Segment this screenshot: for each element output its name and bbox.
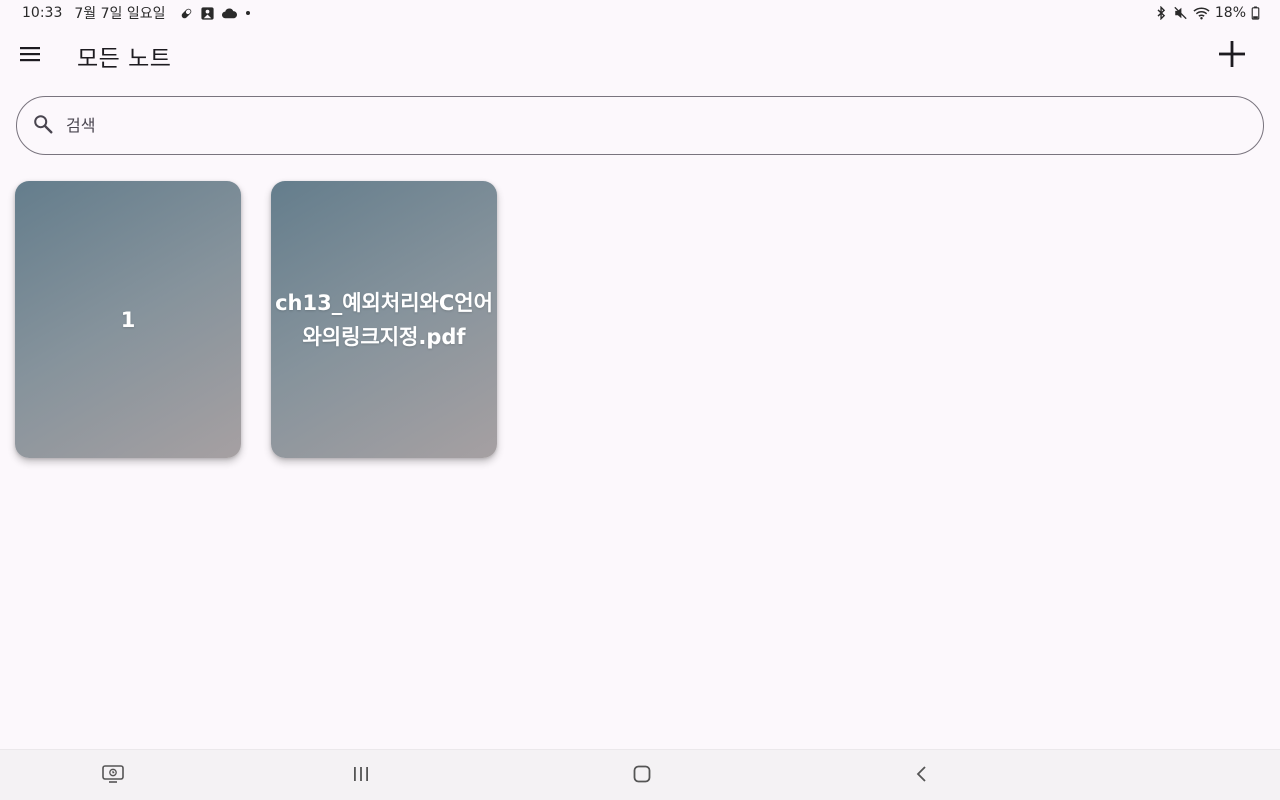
page-title: 모든 노트 [77, 46, 172, 72]
note-card[interactable]: ch13_예외처리와C언어와의링크지정.pdf [271, 181, 497, 458]
notes-grid: 1 ch13_예외처리와C언어와의링크지정.pdf [15, 181, 497, 458]
note-card[interactable]: 1 [15, 181, 241, 458]
status-left: 10:33 7월 7일 일요일 [22, 3, 252, 23]
bluetooth-icon [1155, 6, 1168, 20]
note-title: ch13_예외처리와C언어와의링크지정.pdf [275, 290, 493, 349]
search-icon [32, 113, 54, 139]
system-nav-bar [0, 749, 1280, 800]
status-bar: 10:33 7월 7일 일요일 18% [0, 0, 1280, 26]
status-time: 10:33 [22, 5, 63, 21]
recent-screen-button[interactable] [100, 763, 126, 789]
battery-icon [1251, 6, 1260, 20]
battery-text: 18% [1214, 5, 1246, 21]
wifi-icon [1193, 6, 1210, 20]
note-title: 1 [120, 307, 136, 332]
status-date: 7월 7일 일요일 [74, 6, 166, 22]
mute-icon [1173, 6, 1188, 20]
status-notification-icons [179, 6, 252, 21]
search-input[interactable] [66, 116, 1166, 135]
pill-icon [179, 6, 194, 21]
image-icon [200, 6, 215, 21]
home-icon [632, 764, 652, 788]
dot-icon [244, 9, 252, 17]
app-bar: 모든 노트 [0, 26, 1280, 84]
status-right: 18% [1155, 5, 1260, 21]
plus-icon [1219, 41, 1245, 71]
screen-clock-icon [101, 764, 125, 788]
cloud-icon [221, 7, 238, 20]
recents-icon [351, 765, 371, 787]
home-button[interactable] [629, 763, 655, 789]
menu-button[interactable] [14, 40, 46, 72]
recents-button[interactable] [348, 763, 374, 789]
add-note-button[interactable] [1214, 38, 1250, 74]
search-bar[interactable] [16, 96, 1264, 155]
back-button[interactable] [909, 763, 935, 789]
back-chevron-icon [914, 765, 930, 787]
hamburger-menu-icon [20, 46, 40, 66]
